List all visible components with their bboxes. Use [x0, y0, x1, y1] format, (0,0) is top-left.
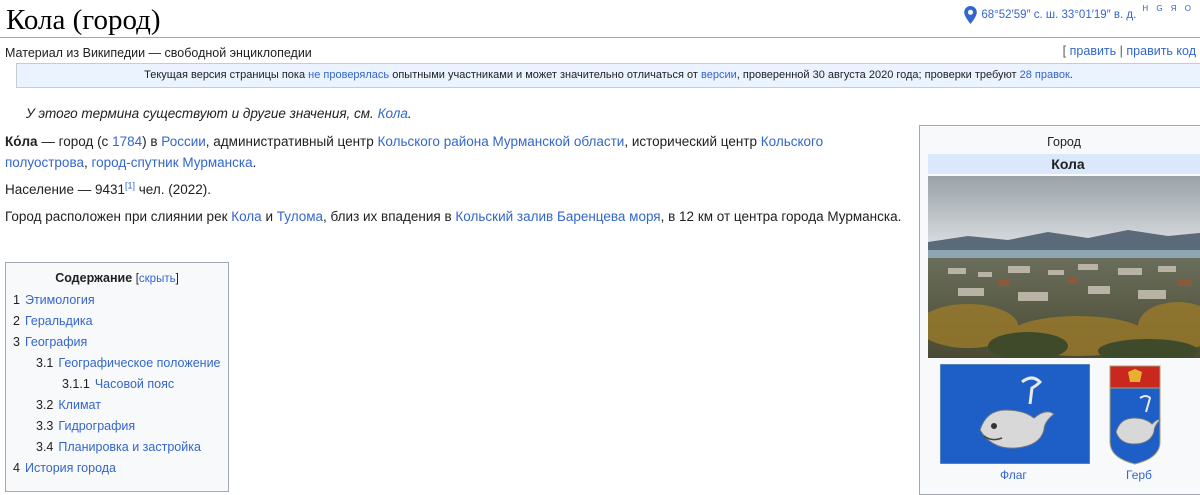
- edit-bracket: [: [1062, 44, 1067, 58]
- edit-links: [ править | править код: [1063, 44, 1196, 58]
- kola-district-link[interactable]: Кольского района: [378, 134, 489, 149]
- text: , исторический центр: [624, 134, 761, 149]
- coordinates[interactable]: 68°52′59″ с. ш. 33°01′19″ в. д. H G Я O: [964, 4, 1194, 24]
- text: .: [252, 155, 257, 170]
- toc-number: 1: [13, 293, 20, 307]
- reference-link[interactable]: [1]: [125, 181, 135, 191]
- edit-link[interactable]: править: [1070, 44, 1117, 58]
- toc-number: 3.1: [36, 356, 54, 370]
- toc-link[interactable]: Планировка и застройка: [58, 440, 201, 454]
- infobox: Город Кола Флаг Герб: [919, 125, 1200, 495]
- toc-link[interactable]: Климат: [58, 398, 101, 412]
- edit-separator: |: [1119, 44, 1123, 58]
- review-notice: Текущая версия страницы пока не проверял…: [16, 63, 1200, 88]
- title-divider: [0, 37, 1200, 38]
- year-link[interactable]: 1784: [112, 134, 142, 149]
- text: и: [261, 209, 277, 224]
- population-text: чел. (2022).: [135, 182, 212, 197]
- toc-item[interactable]: 3.1 Географическое положение: [6, 353, 228, 374]
- toc-hide-link[interactable]: скрыть: [139, 273, 176, 285]
- pending-edits-link[interactable]: 28 правок: [1020, 69, 1070, 81]
- hatnote-text: У этого термина существуют и другие знач…: [26, 106, 378, 121]
- toc-item[interactable]: 3.1.1 Часовой пояс: [6, 374, 228, 395]
- infobox-type: Город: [1047, 135, 1081, 149]
- kola-flag: [939, 363, 1091, 465]
- toc-link[interactable]: История города: [25, 461, 116, 475]
- toc-link[interactable]: Часовой пояс: [95, 377, 174, 391]
- toc-item[interactable]: 4 История города: [6, 458, 228, 479]
- review-text: .: [1069, 69, 1073, 81]
- review-text: , проверенной 30 августа 2020 года; пров…: [736, 69, 1020, 81]
- toc-item[interactable]: 1 Этимология: [6, 290, 228, 311]
- site-subtitle: Материал из Википедии — свободной энцикл…: [5, 46, 312, 60]
- barents-sea-link[interactable]: Баренцева моря: [557, 209, 661, 224]
- review-text: Текущая версия страницы пока: [144, 69, 309, 81]
- toc-header: Содержание [скрыть]: [6, 271, 228, 285]
- infobox-name: Кола: [928, 154, 1200, 174]
- table-of-contents: Содержание [скрыть] 1 Этимология 2 Геральд…: [5, 262, 229, 492]
- edit-code-link[interactable]: править код: [1126, 44, 1196, 58]
- murmansk-oblast-link[interactable]: Мурманской области: [492, 134, 624, 149]
- article-subject: Ко́ла: [5, 134, 38, 149]
- intro-paragraph: Ко́ла — город (с 1784) в России, админис…: [5, 131, 905, 173]
- toc-link[interactable]: Географическое положение: [58, 356, 220, 370]
- text: , административный центр: [205, 134, 378, 149]
- text: , близ их впадения в: [323, 209, 456, 224]
- toc-link[interactable]: Геральдика: [25, 314, 93, 328]
- geography-paragraph: Город расположен при слиянии рек Кола и …: [5, 206, 901, 227]
- coat-of-arms-image[interactable]: [1106, 362, 1164, 468]
- unreviewed-link[interactable]: не проверялась: [308, 69, 389, 81]
- city-photo-image: [928, 176, 1200, 358]
- toc-link[interactable]: Этимология: [25, 293, 95, 307]
- toc-number: 3.3: [36, 419, 54, 433]
- toc-item[interactable]: 3 География: [6, 332, 228, 353]
- toc-item[interactable]: 3.2 Климат: [6, 395, 228, 416]
- toc-item[interactable]: 3.3 Гидрография: [6, 416, 228, 437]
- kola-coat-of-arms: [1109, 365, 1161, 465]
- coordinates-map-links[interactable]: H G Я O: [1142, 4, 1194, 13]
- kola-river-link[interactable]: Кола: [231, 209, 261, 224]
- toc-title: Содержание: [55, 271, 133, 285]
- flag-image[interactable]: [939, 363, 1091, 465]
- toc-number: 3.2: [36, 398, 54, 412]
- toc-item[interactable]: 2 Геральдика: [6, 311, 228, 332]
- toc-item[interactable]: 3.4 Планировка и застройка: [6, 437, 228, 458]
- toc-number: 3.1.1: [62, 377, 90, 391]
- text: — город (с: [37, 134, 113, 149]
- coordinates-link[interactable]: 68°52′59″ с. ш. 33°01′19″ в. д.: [981, 9, 1136, 21]
- page-title: Кола (город): [6, 4, 161, 36]
- text: , в 12 км от центра города Мурманска.: [660, 209, 902, 224]
- disambiguation-link[interactable]: Кола: [378, 106, 408, 121]
- population-text: Население — 9431: [5, 182, 125, 197]
- toc-link[interactable]: География: [25, 335, 87, 349]
- tuloma-river-link[interactable]: Тулома: [277, 209, 323, 224]
- text: Город расположен при слиянии рек: [5, 209, 232, 224]
- map-pin-icon[interactable]: [964, 6, 978, 24]
- russia-link[interactable]: России: [161, 134, 206, 149]
- bracket: ]: [175, 273, 179, 285]
- toc-number: 3: [13, 335, 20, 349]
- toc-number: 3.4: [36, 440, 54, 454]
- hatnote-text: .: [407, 106, 412, 121]
- text: ) в: [142, 134, 162, 149]
- toc-number: 2: [13, 314, 20, 328]
- kola-bay-link[interactable]: Кольский залив: [455, 209, 553, 224]
- population-paragraph: Население — 9431[1] чел. (2022).: [5, 179, 211, 200]
- toc-toggle[interactable]: [скрыть]: [136, 273, 179, 285]
- satellite-city-link[interactable]: город-спутник Мурманска: [92, 155, 253, 170]
- version-link[interactable]: версии: [701, 69, 737, 81]
- city-photo[interactable]: [928, 176, 1200, 358]
- toc-number: 4: [13, 461, 20, 475]
- review-text: опытными участниками и может значительно…: [389, 69, 702, 81]
- toc-link[interactable]: Гидрография: [58, 419, 135, 433]
- hatnote: У этого термина существуют и другие знач…: [26, 106, 412, 121]
- text: ,: [83, 155, 92, 170]
